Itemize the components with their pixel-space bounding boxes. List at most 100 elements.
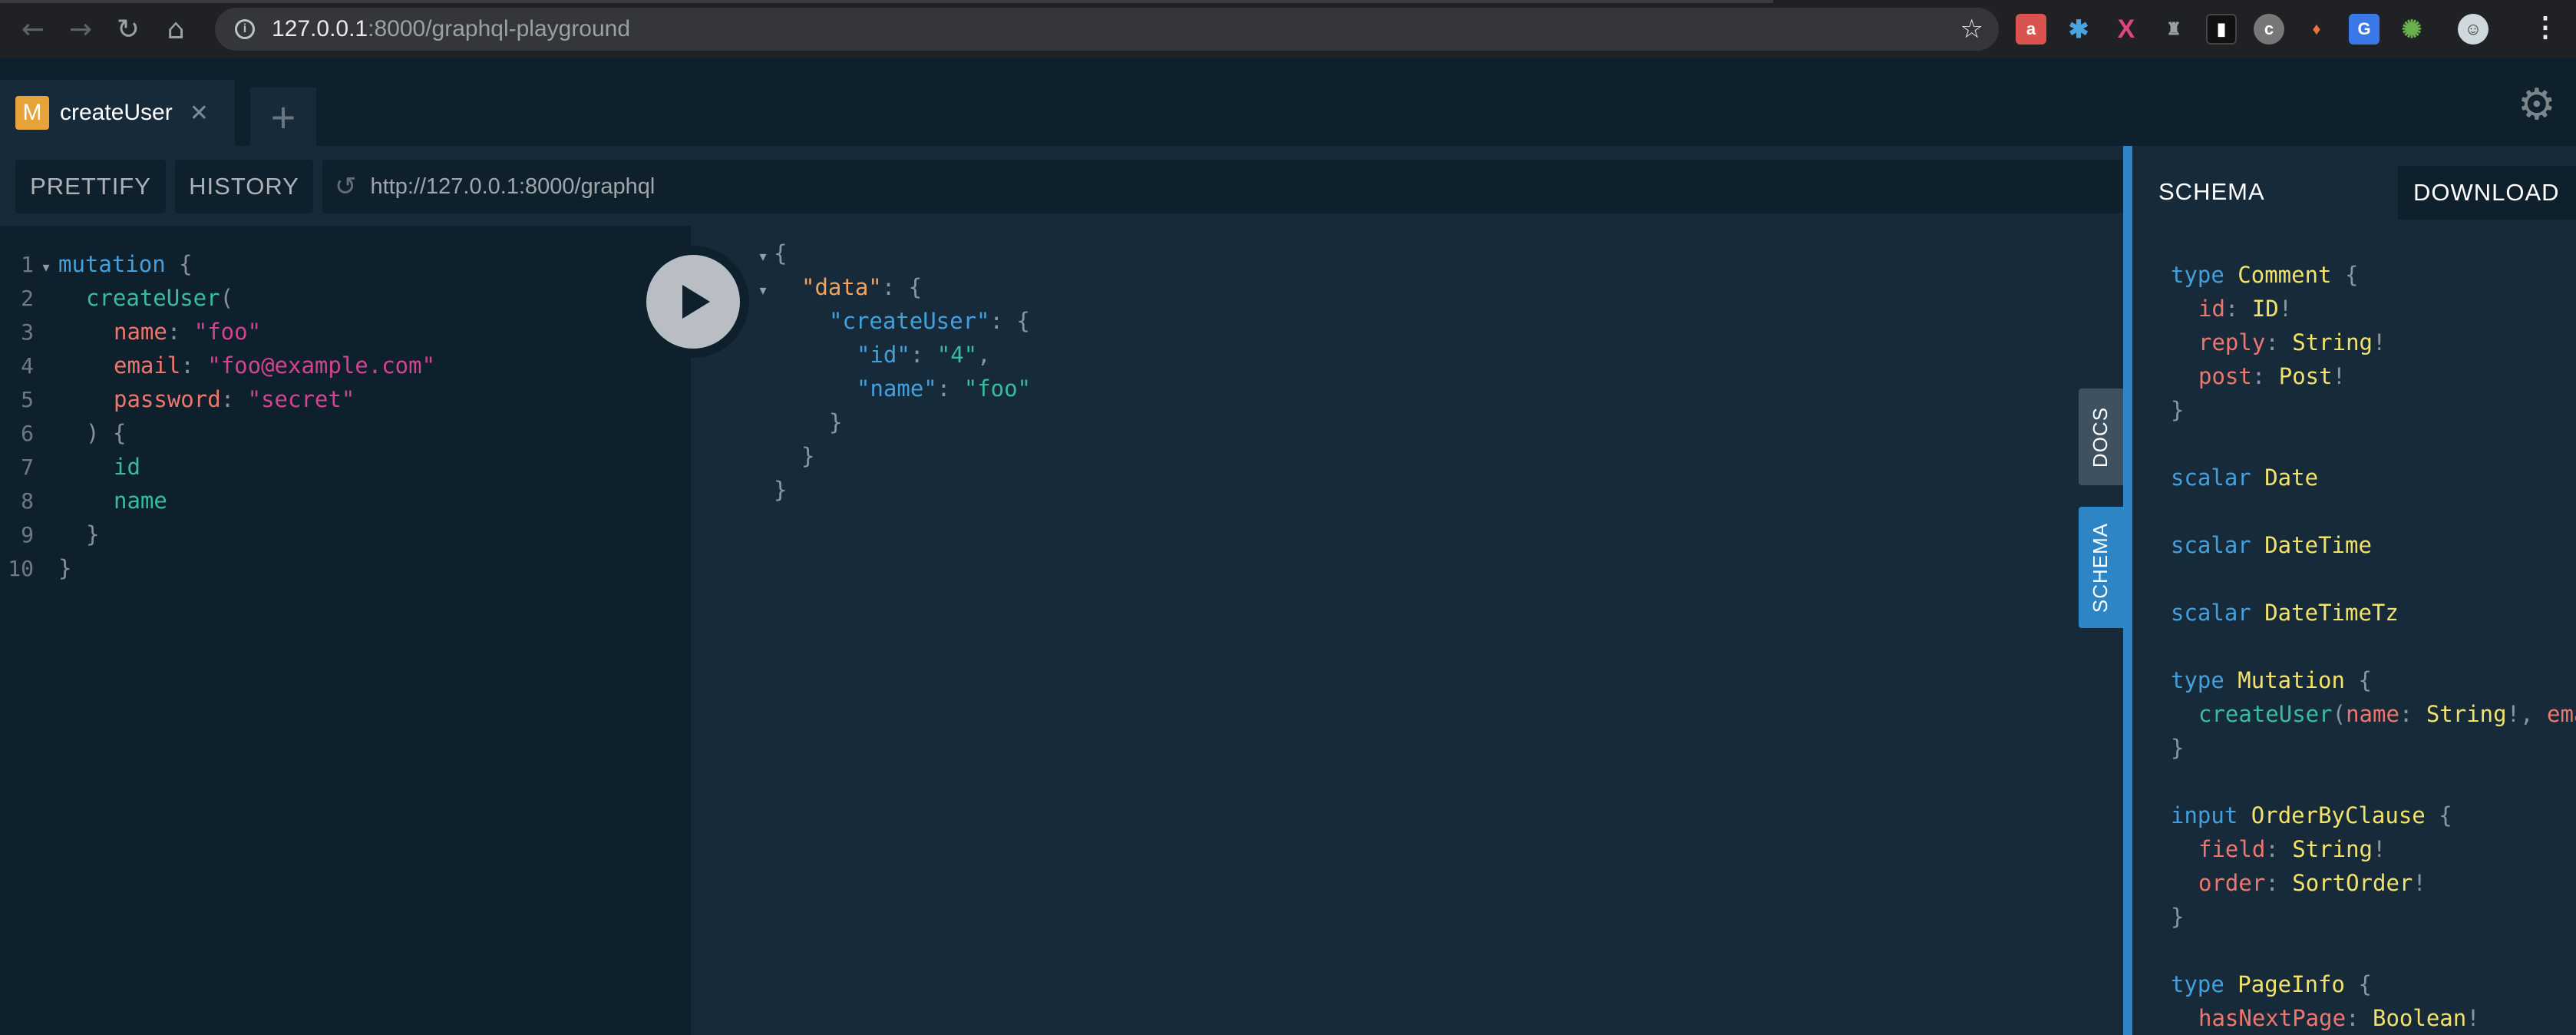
schema-token: hasNextPage xyxy=(2198,1005,2346,1031)
history-button[interactable]: HISTORY xyxy=(175,160,313,213)
extension-icon[interactable]: ▮ xyxy=(2206,14,2237,45)
schema-line: } xyxy=(2171,393,2184,427)
extension-icon[interactable]: ♜ xyxy=(2158,14,2189,45)
query-tab[interactable]: M createUser ✕ xyxy=(0,80,235,146)
fold-arrow-icon[interactable]: ▾ xyxy=(34,251,58,285)
schema-line: type PageInfo { xyxy=(2171,967,2372,1001)
query-line: 7 id xyxy=(0,450,140,484)
gear-icon[interactable]: ⚙ xyxy=(2518,80,2556,130)
result-line: ▾{ xyxy=(752,236,787,270)
result-token: } xyxy=(829,409,843,435)
result-line: } xyxy=(752,473,787,507)
schema-line: type Mutation { xyxy=(2171,663,2372,697)
new-tab-button[interactable]: + xyxy=(250,88,316,146)
line-number: 5 xyxy=(21,387,34,412)
fold-arrow-icon[interactable]: ▾ xyxy=(752,240,774,274)
result-token: "data" xyxy=(801,274,882,300)
line-number: 6 xyxy=(21,421,34,446)
schema-token: order xyxy=(2198,870,2266,896)
schema-token: DateTime xyxy=(2251,532,2372,558)
schema-token: input xyxy=(2171,802,2238,828)
query-token: ( xyxy=(220,285,234,311)
execute-button[interactable] xyxy=(646,255,740,349)
schema-token: { xyxy=(2425,802,2452,828)
extension-icon[interactable]: X xyxy=(2111,14,2142,45)
extension-icon[interactable]: G xyxy=(2349,14,2379,45)
extension-icon[interactable]: ✺ xyxy=(2396,14,2427,45)
schema-line: field: String! xyxy=(2198,832,2386,866)
schema-token: : xyxy=(2265,836,2293,862)
result-line: "name": "foo" xyxy=(752,372,1031,405)
schema-token: type xyxy=(2171,262,2224,288)
result-line: ▾ "data": { xyxy=(752,270,922,304)
schema-token: ! xyxy=(2373,329,2386,355)
result-token: , xyxy=(977,342,991,368)
back-arrow-icon[interactable]: ← xyxy=(9,5,57,53)
query-editor[interactable]: 1 ▾ mutation {2 createUser(3 name: "foo" 4 ema… xyxy=(0,226,691,1035)
browser-menu-icon[interactable]: ⋮ xyxy=(2531,11,2559,43)
schema-token: type xyxy=(2171,971,2224,997)
download-button[interactable]: DOWNLOAD xyxy=(2398,166,2576,220)
tab-strip-line xyxy=(0,0,1773,3)
schema-token: : xyxy=(2251,363,2279,389)
playground-tab-bar: M createUser ✕ + ⚙ xyxy=(0,58,2576,146)
site-info-icon[interactable]: i xyxy=(235,19,255,39)
schema-token: scalar xyxy=(2171,465,2251,491)
extension-icon[interactable]: c xyxy=(2254,14,2284,45)
schema-token: type xyxy=(2171,667,2224,693)
bookmark-star-icon[interactable]: ☆ xyxy=(1960,14,1983,45)
query-token: ) { xyxy=(86,420,127,446)
schema-token: } xyxy=(2171,735,2185,761)
schema-token: Post xyxy=(2278,363,2333,389)
line-number: 1 xyxy=(21,252,34,277)
query-token: mutation xyxy=(58,251,166,277)
url-host: 127.0.0.1 xyxy=(272,16,368,41)
fold-arrow-icon[interactable]: ▾ xyxy=(752,274,774,308)
extension-icon[interactable]: ✱ xyxy=(2063,14,2094,45)
schema-token: : xyxy=(2346,1005,2373,1031)
schema-token: ! xyxy=(2373,836,2386,862)
line-number: 10 xyxy=(8,556,34,581)
query-token: { xyxy=(165,251,193,277)
extension-icon[interactable]: ♦ xyxy=(2301,14,2332,45)
extensions-bar: a ✱ X ♜ ▮ c ♦ G ✺ ☺ xyxy=(2016,11,2488,48)
schema-token: String xyxy=(2426,701,2507,727)
play-icon xyxy=(682,285,710,319)
result-line: } xyxy=(752,439,814,473)
schema-token: { xyxy=(2344,971,2372,997)
query-line: 5 password: "secret" xyxy=(0,382,355,416)
address-bar[interactable]: i 127.0.0.1:8000/graphql-playground ☆ xyxy=(215,8,1999,51)
schema-token: OrderByClause xyxy=(2237,802,2426,828)
result-token: : { xyxy=(881,274,923,300)
query-token: : xyxy=(180,352,208,379)
schema-token: DateTimeTz xyxy=(2251,600,2399,626)
schema-line: createUser(name: String!, ema xyxy=(2198,697,2576,731)
line-number: 8 xyxy=(21,488,34,514)
schema-panel-border[interactable] xyxy=(2123,146,2132,1035)
schema-line: scalar DateTimeTz xyxy=(2171,596,2399,630)
schema-tab[interactable]: SCHEMA xyxy=(2079,507,2123,628)
schema-token: Comment xyxy=(2224,262,2332,288)
profile-avatar[interactable]: ☺ xyxy=(2458,14,2488,45)
prettify-button[interactable]: PRETTIFY xyxy=(15,160,166,213)
result-token: : xyxy=(910,342,937,368)
schema-line: reply: String! xyxy=(2198,326,2386,359)
reload-icon[interactable]: ↻ xyxy=(104,5,152,53)
editor-toolbar: PRETTIFY HISTORY ↺ http://127.0.0.1:8000… xyxy=(0,146,2123,226)
reload-schema-icon[interactable]: ↺ xyxy=(335,171,357,202)
schema-token: ( xyxy=(2332,701,2346,727)
schema-line: hasNextPage: Boolean! xyxy=(2198,1001,2480,1035)
schema-token: ! xyxy=(2466,1005,2480,1031)
schema-token: ! xyxy=(2413,870,2426,896)
query-token: } xyxy=(58,555,72,581)
close-icon[interactable]: ✕ xyxy=(190,100,209,127)
result-token: : { xyxy=(989,308,1030,334)
endpoint-field[interactable]: ↺ http://127.0.0.1:8000/graphql xyxy=(322,160,2123,213)
extension-icon[interactable]: a xyxy=(2016,14,2046,45)
schema-panel: SCHEMA DOWNLOAD type Comment {id: ID! rep… xyxy=(2123,146,2576,1035)
forward-arrow-icon[interactable]: → xyxy=(57,5,104,53)
docs-tab[interactable]: DOCS xyxy=(2079,389,2123,485)
home-icon[interactable]: ⌂ xyxy=(152,5,200,53)
result-token: } xyxy=(774,477,788,503)
line-number: 7 xyxy=(21,455,34,480)
